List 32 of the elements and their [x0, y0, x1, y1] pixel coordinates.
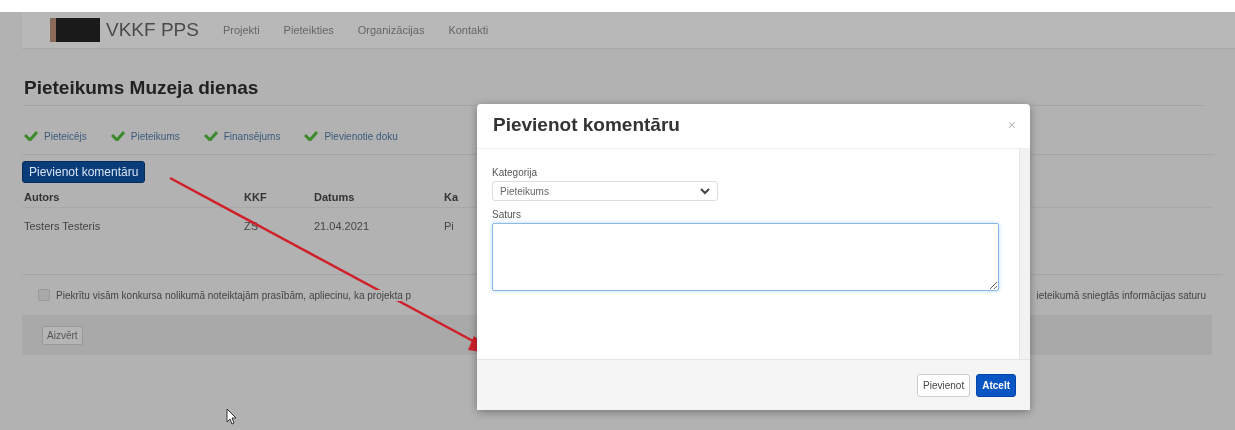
- step-link[interactable]: Pieteicējs: [44, 130, 87, 142]
- nav-link[interactable]: Organizācijas: [357, 24, 425, 36]
- agreement-checkbox[interactable]: [38, 289, 50, 301]
- cursor-icon: [226, 408, 237, 425]
- brand-name[interactable]: VKKF PPS: [106, 19, 199, 41]
- scrollbar[interactable]: [1019, 149, 1030, 359]
- nav-link[interactable]: Projekti: [222, 24, 260, 36]
- step-link[interactable]: Pieteikums: [130, 130, 180, 142]
- agreement-text: Piekrītu visām konkursa nolikumā noteiktajām prasībām, apliecinu, ka projekta p: [56, 289, 412, 301]
- step-link[interactable]: Finansējums: [223, 130, 281, 142]
- add-comment-button[interactable]: Pievienot komentāru: [22, 161, 146, 183]
- close-button[interactable]: Aizvērt: [42, 326, 83, 345]
- column-header: Autors: [24, 191, 61, 203]
- table-cell-text: Testers Testeris: [24, 220, 102, 232]
- field-label: Saturs: [492, 209, 521, 220]
- nav-link[interactable]: Pieteikties: [283, 24, 334, 36]
- column-header: Datums: [314, 191, 356, 203]
- column-header: KKF: [244, 191, 268, 203]
- column-header: Ka: [444, 191, 459, 203]
- category-select[interactable]: Pieteikums: [492, 181, 718, 201]
- chevron-icon: [700, 187, 710, 195]
- table-cell: Pi: [444, 220, 454, 232]
- cancel-button[interactable]: Atcelt: [976, 373, 1016, 397]
- agreement-text: ieteikumā sniegtās informācijas saturu: [1036, 289, 1206, 301]
- step-link[interactable]: Pievienotie doku: [324, 130, 398, 142]
- table-cell-text: 21.04.2021: [314, 220, 371, 232]
- modal-title: Pievienot komentāru: [493, 114, 680, 136]
- add-button[interactable]: Pievienot: [917, 373, 971, 397]
- content-field[interactable]: [492, 223, 999, 291]
- field-label: Kategorija: [492, 167, 538, 178]
- nav-link[interactable]: Kontakti: [448, 24, 489, 36]
- logo-icon[interactable]: [50, 18, 100, 42]
